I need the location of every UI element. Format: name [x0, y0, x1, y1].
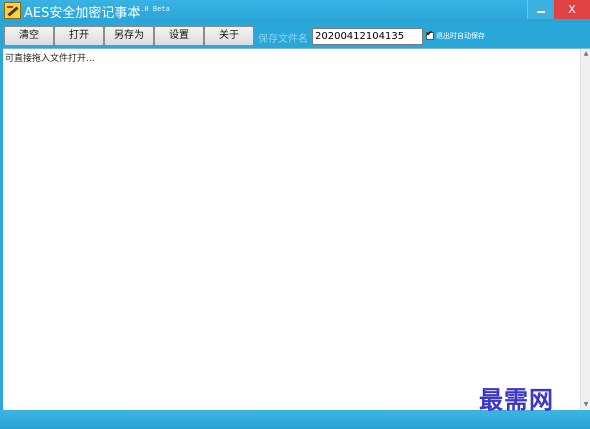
toolbar: 清空 打开 另存为 设置 关于 保存文件名 退出时自动保存 — [0, 22, 590, 48]
window-title: AES安全加密记事本 — [24, 6, 141, 21]
minimize-button[interactable] — [527, 0, 554, 19]
open-button[interactable]: 打开 — [54, 26, 104, 46]
version-label: 1.0 Beta — [136, 5, 170, 13]
filename-input[interactable] — [312, 28, 423, 45]
title-bar[interactable]: AES安全加密记事本 1.0 Beta X — [0, 0, 590, 22]
save-as-button[interactable]: 另存为 — [104, 26, 154, 46]
editor-placeholder: 可直接拖入文件打开... — [5, 54, 95, 64]
vertical-scrollbar[interactable]: ▲ ▼ — [580, 49, 590, 410]
scroll-up-icon[interactable]: ▲ — [581, 49, 590, 59]
save-filename-label: 保存文件名 — [258, 34, 308, 45]
watermark: 最需网 — [479, 385, 554, 414]
autosave-checkbox[interactable] — [426, 29, 434, 40]
settings-button[interactable]: 设置 — [154, 26, 204, 46]
clear-button[interactable]: 清空 — [4, 26, 54, 46]
about-button[interactable]: 关于 — [204, 26, 254, 46]
autosave-label[interactable]: 退出时自动保存 — [436, 31, 485, 41]
editor-area[interactable]: 可直接拖入文件打开... ▲ ▼ — [3, 48, 590, 410]
app-window: AES安全加密记事本 1.0 Beta X 清空 打开 另存为 设置 关于 保存… — [0, 0, 590, 429]
notepad-pen-icon — [4, 2, 21, 19]
scroll-down-icon[interactable]: ▼ — [581, 400, 590, 410]
close-button[interactable]: X — [554, 0, 590, 19]
